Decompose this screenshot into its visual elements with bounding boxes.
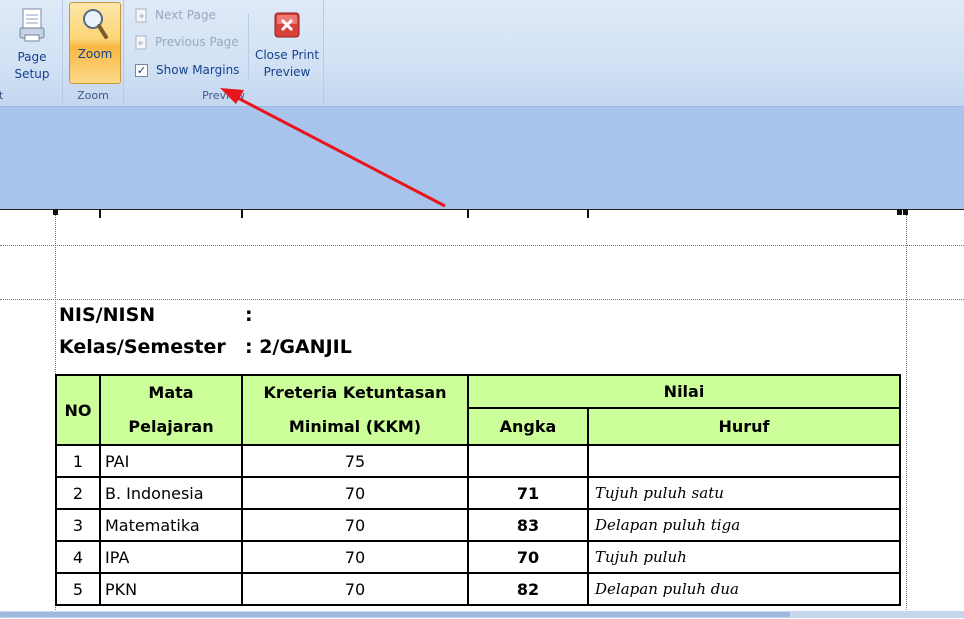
next-page-icon xyxy=(135,8,147,22)
right-margin-handle[interactable] xyxy=(897,209,902,215)
close-icon xyxy=(274,12,300,38)
header-huruf: Huruf xyxy=(587,407,901,446)
cell-subject: Matematika xyxy=(99,508,243,542)
close-preview-label-2: Preview xyxy=(263,65,311,79)
header-angka: Angka xyxy=(467,407,589,446)
header-kkm-line1: Kreteria Ketuntasan xyxy=(263,383,447,402)
close-preview-label-1: Close Print xyxy=(254,48,320,62)
cell-no: 2 xyxy=(55,476,101,510)
header-margin-line xyxy=(0,245,964,246)
top-margin-line xyxy=(0,299,964,300)
group-separator xyxy=(248,14,249,80)
nis-value: : xyxy=(245,304,253,326)
cell-no: 1 xyxy=(55,444,101,478)
cell-huruf: Delapan puluh dua xyxy=(587,572,901,606)
column-handle[interactable] xyxy=(241,209,243,218)
cell-kkm: 70 xyxy=(241,476,469,510)
cell-huruf: Delapan puluh tiga xyxy=(587,508,901,542)
cell-subject: B. Indonesia xyxy=(99,476,243,510)
cell-no: 3 xyxy=(55,508,101,542)
cell-huruf xyxy=(587,444,901,478)
header-mata-pelajaran: Mata Pelajaran xyxy=(99,374,243,446)
right-margin-handle[interactable] xyxy=(903,209,908,215)
cell-subject: PAI xyxy=(99,444,243,478)
print-group-label: Print xyxy=(0,89,4,102)
zoom-button[interactable]: Zoom xyxy=(69,2,121,84)
kelas-label: Kelas/Semester xyxy=(59,336,226,358)
next-page-label: Next Page xyxy=(155,8,216,22)
page-setup-label-2: Setup xyxy=(14,67,50,81)
nis-label: NIS/NISN xyxy=(59,304,156,326)
table-row: 5 PKN 70 82 Delapan puluh dua xyxy=(55,572,901,606)
cell-kkm: 75 xyxy=(241,444,469,478)
cell-huruf: Tujuh puluh xyxy=(587,540,901,574)
show-margins-label: Show Margins xyxy=(156,63,240,77)
table-row: 1 PAI 75 xyxy=(55,444,901,478)
kelas-value: : 2/GANJIL xyxy=(245,336,352,358)
table-row: 3 Matematika 70 83 Delapan puluh tiga xyxy=(55,508,901,542)
header-mata-line1: Mata xyxy=(148,383,194,402)
cell-subject: IPA xyxy=(99,540,243,574)
grades-table: NO Mata Pelajaran Kreteria Ketuntasan Mi… xyxy=(55,373,901,606)
cell-angka: 83 xyxy=(467,508,589,542)
page-setup-label-1: Page xyxy=(17,50,47,64)
cell-angka: 71 xyxy=(467,476,589,510)
cell-angka: 82 xyxy=(467,572,589,606)
close-print-preview-button[interactable]: Close Print Preview xyxy=(252,2,322,81)
previous-page-icon xyxy=(135,35,147,49)
page-setup-icon xyxy=(19,8,45,42)
nis-line: NIS/NISN : xyxy=(59,304,253,326)
column-handle[interactable] xyxy=(587,209,589,218)
header-no: NO xyxy=(55,374,101,446)
left-margin-handle[interactable] xyxy=(53,209,58,215)
zoom-button-label: Zoom xyxy=(77,47,113,61)
cell-huruf: Tujuh puluh satu xyxy=(587,476,901,510)
page-setup-button[interactable]: Page Setup xyxy=(4,2,60,83)
scrollbar-thumb[interactable] xyxy=(0,612,790,617)
header-kkm-line2: Minimal (KKM) xyxy=(288,417,422,436)
cell-kkm: 70 xyxy=(241,508,469,542)
previous-page-button[interactable]: Previous Page xyxy=(133,32,239,52)
column-handle[interactable] xyxy=(467,209,469,218)
cell-no: 5 xyxy=(55,572,101,606)
kelas-line: Kelas/Semester : 2/GANJIL xyxy=(59,336,352,358)
next-page-button[interactable]: Next Page xyxy=(133,5,216,25)
header-kkm: Kreteria Ketuntasan Minimal (KKM) xyxy=(241,374,469,446)
cell-angka xyxy=(467,444,589,478)
print-preview-ribbon: Page Setup Print Zoom Zoom Preview Next … xyxy=(0,0,964,107)
cell-no: 4 xyxy=(55,540,101,574)
show-margins-checkbox[interactable]: ✓ Show Margins xyxy=(133,60,239,80)
table-row: 4 IPA 70 70 Tujuh puluh xyxy=(55,540,901,574)
cell-angka: 70 xyxy=(467,540,589,574)
cell-kkm: 70 xyxy=(241,572,469,606)
header-nilai: Nilai xyxy=(467,373,901,410)
header-mata-line2: Pelajaran xyxy=(128,417,214,436)
checkmark-icon: ✓ xyxy=(135,64,148,77)
column-handle[interactable] xyxy=(99,209,101,218)
table-row: 2 B. Indonesia 70 71 Tujuh puluh satu xyxy=(55,476,901,510)
zoom-group-label: Zoom xyxy=(77,89,109,102)
cell-kkm: 70 xyxy=(241,540,469,574)
preview-group-label: Preview xyxy=(202,89,245,102)
right-margin-line xyxy=(906,210,907,610)
preview-background xyxy=(0,107,964,209)
previous-page-label: Previous Page xyxy=(155,35,239,49)
magnifier-icon xyxy=(83,9,108,39)
cell-subject: PKN xyxy=(99,572,243,606)
print-group: Page Setup Print xyxy=(0,0,63,104)
